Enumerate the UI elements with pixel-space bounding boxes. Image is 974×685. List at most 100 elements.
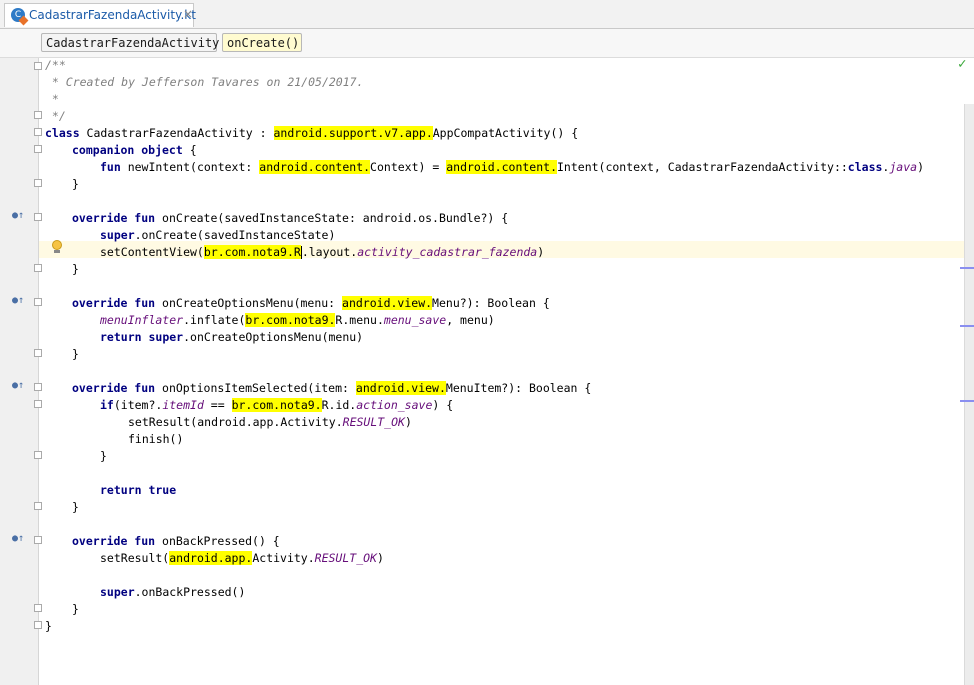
code-token: onCreateOptionsMenu(menu: <box>155 296 343 310</box>
fold-marker[interactable] <box>34 383 42 391</box>
code-token: onOptionsItemSelected(item: <box>155 381 356 395</box>
code-token: == <box>203 398 232 412</box>
lightbulb-icon[interactable] <box>51 240 63 254</box>
code-token: Activity. <box>252 551 315 565</box>
italic-token: activity_cadastrar_fazenda <box>357 245 538 259</box>
fold-marker[interactable] <box>34 62 42 70</box>
inspection-ok-icon[interactable]: ✓ <box>958 56 966 72</box>
fold-marker[interactable] <box>34 349 42 357</box>
fold-marker[interactable] <box>34 604 42 612</box>
highlighted-package: android.content. <box>259 160 371 174</box>
breadcrumb-method[interactable]: onCreate() <box>222 33 302 52</box>
fold-marker[interactable] <box>34 264 42 272</box>
code-token: ) <box>376 551 384 565</box>
code-line[interactable]: override fun onCreateOptionsMenu(menu: a… <box>72 295 550 312</box>
code-line[interactable]: } <box>72 261 79 278</box>
kotlin-file-icon: C <box>11 8 25 22</box>
code-line[interactable]: } <box>45 618 52 635</box>
override-icon[interactable]: ●↑ <box>12 381 24 391</box>
highlighted-package: br.com.nota9. <box>245 313 336 327</box>
vertical-scrollbar[interactable] <box>964 104 974 685</box>
code-line[interactable]: override fun onCreate(savedInstanceState… <box>72 210 508 227</box>
fold-marker[interactable] <box>34 451 42 459</box>
fold-marker[interactable] <box>34 145 42 153</box>
fold-marker[interactable] <box>34 128 42 136</box>
code-line-current[interactable]: setContentView(br.com.nota9.R.layout.act… <box>100 244 544 261</box>
code-token: } <box>100 449 107 463</box>
code-token: newIntent(context: <box>120 160 260 174</box>
fold-marker[interactable] <box>34 536 42 544</box>
error-stripe-mark[interactable] <box>960 325 974 327</box>
code-token: .inflate( <box>183 313 246 327</box>
code-token: ) <box>404 415 412 429</box>
keyword: override fun <box>72 534 156 548</box>
fold-marker[interactable] <box>34 298 42 306</box>
code-line[interactable]: } <box>100 448 107 465</box>
code-line[interactable]: } <box>72 346 79 363</box>
comment-text: * Created by Jefferson Tavares on 21/05/… <box>45 75 364 89</box>
keyword: return <box>100 330 142 344</box>
code-line[interactable]: override fun onOptionsItemSelected(item:… <box>72 380 591 397</box>
code-line[interactable]: if(item?.itemId == br.com.nota9.R.id.act… <box>100 397 453 414</box>
keyword: super <box>141 330 184 344</box>
code-line[interactable]: setResult(android.app.Activity.RESULT_OK… <box>128 414 412 431</box>
code-line[interactable]: return super.onCreateOptionsMenu(menu) <box>100 329 363 346</box>
override-icon[interactable]: ●↑ <box>12 534 24 544</box>
fold-marker[interactable] <box>34 400 42 408</box>
error-stripe-mark[interactable] <box>960 267 974 269</box>
breadcrumb-class[interactable]: CadastrarFazendaActivity <box>41 33 219 52</box>
fold-marker[interactable] <box>34 111 42 119</box>
code-line[interactable]: */ <box>45 108 66 125</box>
fold-marker[interactable] <box>34 621 42 629</box>
code-token: } <box>72 177 79 191</box>
keyword: if <box>100 398 114 412</box>
italic-token: action_save <box>356 398 433 412</box>
lightbulb-glass <box>52 240 62 250</box>
code-line[interactable]: super.onCreate(savedInstanceState) <box>100 227 335 244</box>
fold-marker[interactable] <box>34 179 42 187</box>
close-icon[interactable]: × <box>183 7 193 21</box>
code-line[interactable]: override fun onBackPressed() { <box>72 533 280 550</box>
code-token: setResult( <box>100 551 170 565</box>
tab-title: CadastrarFazendaActivity.kt <box>29 8 196 22</box>
code-line[interactable]: menuInflater.inflate(br.com.nota9.R.menu… <box>100 312 495 329</box>
keyword: override fun <box>72 381 156 395</box>
fold-marker[interactable] <box>34 213 42 221</box>
code-line[interactable]: setResult(android.app.Activity.RESULT_OK… <box>100 550 384 567</box>
code-token: } <box>45 619 52 633</box>
keyword: super <box>100 585 135 599</box>
keyword: override fun <box>72 211 156 225</box>
code-line[interactable]: companion object { <box>72 142 197 159</box>
override-icon[interactable]: ●↑ <box>12 296 24 306</box>
code-line[interactable]: class CadastrarFazendaActivity : android… <box>45 125 578 142</box>
override-icon[interactable]: ●↑ <box>12 211 24 221</box>
keyword: companion object <box>72 143 183 157</box>
tab-cadastrar-fazenda-activity[interactable]: C CadastrarFazendaActivity.kt × <box>4 3 196 27</box>
code-line[interactable]: return true <box>100 482 176 499</box>
italic-token: RESULT_OK <box>342 415 405 429</box>
code-line[interactable]: * Created by Jefferson Tavares on 21/05/… <box>45 74 364 91</box>
code-token: MenuItem?): Boolean { <box>445 381 592 395</box>
error-stripe-mark[interactable] <box>960 400 974 402</box>
code-line[interactable]: finish() <box>128 431 183 448</box>
code-token: R.menu. <box>335 313 384 327</box>
italic-token: menu_save <box>383 313 447 327</box>
code-token: Menu?): Boolean { <box>432 296 550 310</box>
highlighted-package: android.view. <box>342 296 433 310</box>
code-token: R <box>293 245 301 259</box>
fold-marker[interactable] <box>34 502 42 510</box>
code-line[interactable]: } <box>72 499 79 516</box>
code-line[interactable]: fun newIntent(context: android.content.C… <box>100 159 924 176</box>
code-token: } <box>72 262 79 276</box>
code-line[interactable]: } <box>72 176 79 193</box>
code-line[interactable]: super.onBackPressed() <box>100 584 245 601</box>
code-line[interactable]: } <box>72 601 79 618</box>
code-token: } <box>72 602 79 616</box>
code-token: (item?. <box>113 398 163 412</box>
code-line[interactable]: * <box>45 91 59 108</box>
code-token: AppCompatActivity() { <box>432 126 579 140</box>
comment-text: * <box>45 92 59 106</box>
breadcrumb: CadastrarFazendaActivity onCreate() <box>0 29 974 58</box>
keyword: class <box>45 126 80 140</box>
code-line[interactable]: /** <box>45 57 66 74</box>
